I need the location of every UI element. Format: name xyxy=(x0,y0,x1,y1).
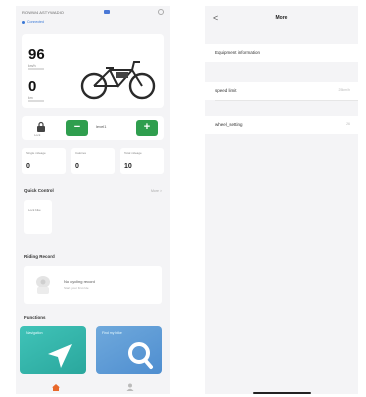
search-icon xyxy=(128,342,153,369)
lock-icon[interactable] xyxy=(35,121,47,133)
stat-label: Total mileage xyxy=(124,151,142,155)
ebike-image xyxy=(80,61,156,100)
stat-label: Calories xyxy=(75,151,87,155)
function-card-label: Navigation xyxy=(26,331,43,335)
equipment-information-row[interactable]: Equipment information xyxy=(205,44,358,62)
device-title[interactable]: ROWW4 ASTYWADIO xyxy=(22,10,64,15)
range-value: 0 xyxy=(28,78,37,95)
functions-title: Functions xyxy=(24,315,46,320)
stat-value: 10 xyxy=(124,163,132,170)
row-label: wheel_setting xyxy=(215,122,243,127)
page-title: More xyxy=(275,15,288,21)
home-header: ROWW4 ASTYWADIO Connected xyxy=(16,6,170,36)
speed-limit-row[interactable]: speed limit 25km/h xyxy=(205,82,358,100)
row-label: Equipment information xyxy=(215,50,261,55)
wheel-setting-row[interactable]: wheel_setting 26 xyxy=(205,116,358,134)
empty-record-text: No cycling record xyxy=(64,279,95,284)
quick-control-title: Quick Control xyxy=(24,188,54,193)
function-card-find-bike[interactable]: Find my bike xyxy=(96,326,162,374)
home-indicator xyxy=(253,392,311,394)
quick-control-more-link[interactable]: More > xyxy=(151,189,162,193)
row-label: speed limit xyxy=(215,88,237,93)
bottom-navigation xyxy=(16,380,170,394)
user-icon[interactable] xyxy=(126,383,134,391)
home-screen: ROWW4 ASTYWADIO Connected 96 km/h 0 km L… xyxy=(16,6,170,394)
connection-status: Connected xyxy=(22,20,46,26)
stat-calories: Calories 0 xyxy=(71,148,115,174)
row-value: 26 xyxy=(346,122,350,126)
row-value: 25km/h xyxy=(338,88,350,92)
riding-record-card[interactable]: No cycling record Start your first ride xyxy=(24,266,162,304)
stat-value: 0 xyxy=(75,163,79,170)
connection-status-label: Connected xyxy=(27,20,44,24)
stat-single-mileage: Single mileage 0 xyxy=(22,148,66,174)
stat-label: Single mileage xyxy=(26,151,46,155)
gear-level: level1 xyxy=(96,124,107,129)
lock-label: Lock xyxy=(34,133,41,137)
function-card-navigation[interactable]: Navigation xyxy=(20,326,86,374)
stat-total-mileage: Total mileage 10 xyxy=(120,148,164,174)
speed-value: 96 xyxy=(28,46,45,63)
gear-control: Lock − level1 + xyxy=(22,116,164,140)
function-card-label: Find my bike xyxy=(102,331,122,335)
stat-value: 0 xyxy=(26,163,30,170)
range-divider xyxy=(28,100,44,102)
settings-icon[interactable] xyxy=(158,9,164,15)
dashboard-card: 96 km/h 0 km xyxy=(22,34,164,108)
row-divider xyxy=(215,100,358,101)
empty-record-icon xyxy=(36,276,50,294)
riding-record-title: Riding Record xyxy=(24,254,55,259)
speed-divider xyxy=(28,68,44,70)
quick-control-card-label: Lock bike xyxy=(28,208,41,212)
ride-stats: Single mileage 0 Calories 0 Total mileag… xyxy=(22,148,164,174)
empty-record-subtext: Start your first ride xyxy=(64,286,89,290)
navigation-arrow-icon xyxy=(48,344,72,368)
more-screen: < More Equipment information speed limit… xyxy=(205,6,358,394)
quick-control-card[interactable]: Lock bike xyxy=(24,200,52,234)
bluetooth-icon xyxy=(104,10,110,14)
home-icon[interactable] xyxy=(52,384,60,391)
gear-increase-button[interactable]: + xyxy=(136,120,158,136)
gear-decrease-button[interactable]: − xyxy=(66,120,88,136)
